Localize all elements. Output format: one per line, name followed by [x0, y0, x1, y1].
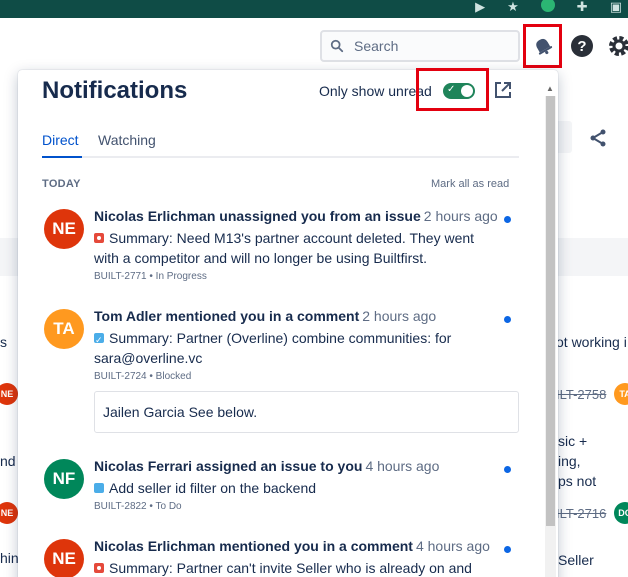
browser-toolbar: ▶ ★ ✚ ▣ [0, 0, 628, 18]
summary-text: Summary: Need M13's partner account dele… [94, 230, 475, 266]
background-issue-key: ILT-2716 [556, 506, 607, 521]
avatar: TA [44, 309, 84, 349]
background-text: nd [0, 453, 16, 469]
open-in-new-tab-icon[interactable] [493, 80, 513, 100]
unread-dot[interactable] [504, 546, 511, 553]
browser-extension-icons: ▶ ★ ✚ ▣ [475, 0, 622, 14]
only-show-unread-label: Only show unread [319, 83, 432, 99]
bug-icon [94, 233, 104, 243]
search-box[interactable] [320, 30, 520, 62]
bell-icon [535, 38, 552, 55]
background-text: Seller [558, 552, 594, 568]
scroll-up-icon[interactable]: ▲ [546, 84, 554, 93]
notification-actor: Tom Adler mentioned you in a comment [94, 308, 360, 324]
background-text: ot working i [556, 334, 627, 350]
background-text: sic + [558, 433, 588, 449]
summary-text: Summary: Partner can't invite Seller who… [109, 560, 472, 576]
panel-scrollbar[interactable]: ▲ [545, 84, 556, 577]
notification-time: 2 hours ago [423, 208, 498, 224]
notification-heading: Nicolas Ferrari assigned an issue to you… [94, 458, 439, 474]
puzzle-icon[interactable]: ✚ [577, 0, 588, 13]
task-icon [94, 330, 104, 350]
notifications-button[interactable] [523, 24, 562, 68]
summary-text: Add seller id filter on the backend [109, 480, 317, 496]
notification-time: 4 hours ago [365, 458, 440, 474]
notification-actor: Nicolas Erlichman unassigned you from an… [94, 208, 421, 224]
search-icon [330, 39, 344, 53]
media-icon[interactable]: ▶ [475, 0, 485, 13]
app-header: ? [0, 18, 628, 70]
bug-icon [94, 563, 104, 573]
star-icon[interactable]: ★ [507, 0, 519, 13]
notification-actor: Nicolas Erlichman mentioned you in a com… [94, 538, 413, 554]
notification-summary: Summary: Partner (Overline) combine comm… [94, 328, 474, 368]
tab-watching[interactable]: Watching [98, 132, 156, 158]
avatar: NE [44, 209, 84, 249]
notification-actor: Nicolas Ferrari assigned an issue to you [94, 458, 363, 474]
avatar: NF [44, 459, 84, 499]
summary-text: Summary: Partner (Overline) combine comm… [94, 330, 452, 366]
window-icon[interactable]: ▣ [610, 0, 622, 13]
mark-all-read-link[interactable]: Mark all as read [431, 178, 509, 190]
background-text: hin [0, 550, 19, 566]
share-icon [590, 129, 606, 147]
gear-icon[interactable] [606, 33, 628, 59]
notification-heading: Nicolas Erlichman unassigned you from an… [94, 208, 498, 224]
scrollbar-thumb[interactable] [546, 96, 555, 526]
notification-summary: Add seller id filter on the backend [94, 478, 494, 498]
search-input[interactable] [354, 38, 504, 54]
background-avatar: NE [0, 502, 18, 524]
background-avatar: NE [0, 383, 18, 405]
notification-meta[interactable]: BUILT-2724 • Blocked [94, 371, 191, 382]
section-heading: TODAY [42, 178, 81, 190]
background-text: ing, [558, 453, 581, 469]
unread-dot[interactable] [504, 466, 511, 473]
comment-preview[interactable]: Jailen Garcia See below. [94, 391, 519, 433]
notification-heading: Nicolas Erlichman mentioned you in a com… [94, 538, 490, 554]
notification-time: 4 hours ago [415, 538, 490, 554]
avatar: NE [44, 539, 84, 577]
help-icon[interactable]: ? [571, 35, 593, 57]
background-text: s [0, 334, 7, 350]
notification-meta[interactable]: BUILT-2822 • To Do [94, 501, 182, 512]
unread-dot[interactable] [504, 216, 511, 223]
background-avatar: TA [614, 383, 628, 405]
background-text: ps not [558, 473, 597, 489]
notification-time: 2 hours ago [362, 308, 437, 324]
notification-meta[interactable]: BUILT-2771 • In Progress [94, 271, 207, 282]
notifications-panel: Notifications Only show unread ✓ Direct … [18, 70, 558, 577]
highlight-box [416, 68, 489, 111]
subtask-icon [94, 483, 104, 493]
unread-dot[interactable] [504, 316, 511, 323]
background-issue-key: ILT-2758 [556, 387, 607, 402]
grammarly-icon[interactable] [540, 0, 555, 12]
panel-title: Notifications [42, 77, 188, 104]
notification-summary: Summary: Need M13's partner account dele… [94, 228, 494, 268]
notification-tabs: Direct Watching [42, 132, 519, 158]
notification-summary: Summary: Partner can't invite Seller who… [94, 558, 494, 577]
background-avatar: DO [614, 502, 628, 524]
notification-heading: Tom Adler mentioned you in a comment 2 ho… [94, 308, 436, 324]
tab-direct[interactable]: Direct [42, 132, 82, 158]
